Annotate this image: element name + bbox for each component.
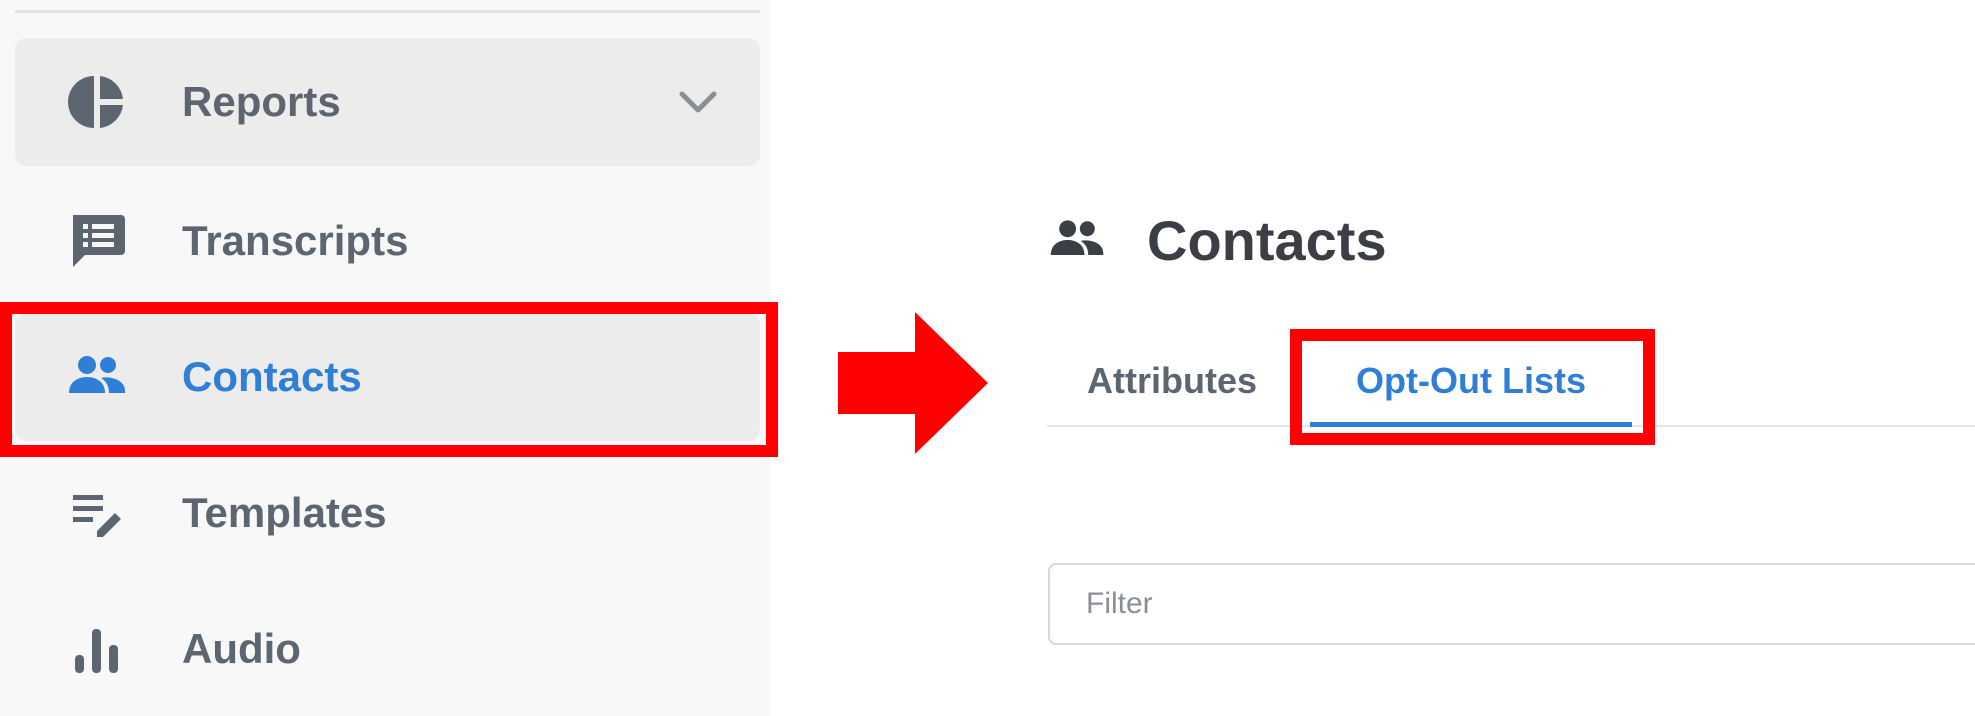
people-icon (65, 345, 129, 409)
bar-chart-icon (65, 617, 129, 681)
pie-chart-icon (65, 70, 129, 134)
chevron-down-icon[interactable] (676, 80, 720, 124)
sidebar-item-templates[interactable]: Templates (15, 449, 760, 577)
tab-bar: Attributes Opt-Out Lists (1047, 335, 1975, 427)
filter-input[interactable] (1048, 563, 1975, 645)
sidebar-item-contacts[interactable]: Contacts (15, 313, 760, 441)
page-title: Contacts (1147, 208, 1387, 272)
sidebar-item-transcripts[interactable]: Transcripts (15, 177, 760, 305)
chat-list-icon (65, 209, 129, 273)
sidebar-item-audio[interactable]: Audio (15, 585, 760, 713)
sidebar-divider (15, 10, 760, 13)
sidebar: Reports Transcripts Contacts Templates A… (0, 0, 770, 716)
tab-label: Opt-Out Lists (1356, 360, 1586, 401)
people-icon (1050, 220, 1104, 255)
sidebar-item-label: Reports (182, 78, 341, 125)
sidebar-item-reports[interactable]: Reports (15, 38, 760, 166)
sidebar-item-label: Transcripts (182, 217, 409, 264)
tab-attributes[interactable]: Attributes (1087, 335, 1257, 427)
sidebar-item-label: Audio (182, 625, 301, 672)
sidebar-item-label: Templates (182, 489, 387, 536)
arrow-right-icon (838, 312, 988, 454)
page-header: Contacts (1047, 200, 1387, 280)
tab-opt-out-lists[interactable]: Opt-Out Lists (1310, 335, 1632, 427)
edit-list-icon (65, 481, 129, 545)
sidebar-item-label: Contacts (182, 353, 362, 400)
